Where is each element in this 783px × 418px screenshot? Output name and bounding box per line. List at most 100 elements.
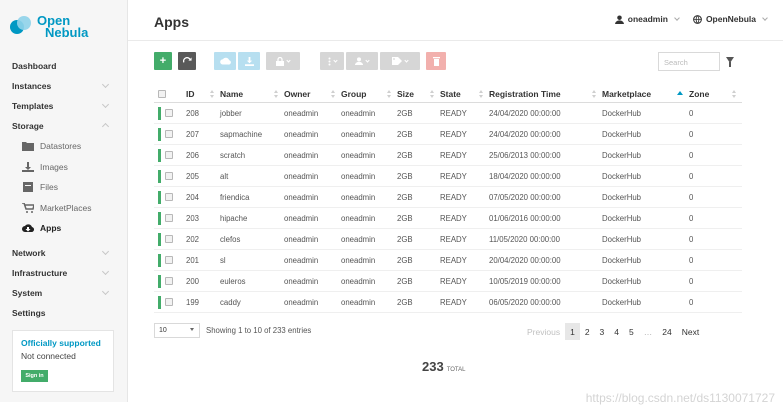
delete-button[interactable] [426, 52, 446, 70]
column-header-name[interactable]: Name [220, 86, 284, 102]
sidebar-item-network[interactable]: Network [0, 243, 128, 263]
column-header-group[interactable]: Group [341, 86, 397, 102]
ready-status-indicator [158, 190, 161, 204]
sidebar-item-storage[interactable]: Storage [0, 116, 128, 136]
cell-zone: 0 [689, 108, 694, 118]
cell-state: READY [440, 213, 467, 223]
user-menu[interactable]: oneadmin [614, 14, 680, 24]
cell-size: 2GB [397, 129, 413, 139]
column-header-state[interactable]: State [440, 86, 489, 102]
sort-icon [430, 90, 434, 99]
column-header-size[interactable]: Size [397, 86, 440, 102]
row-checkbox[interactable] [165, 109, 173, 117]
pagination-page-5[interactable]: 5 [624, 327, 639, 337]
row-checkbox[interactable] [165, 151, 173, 159]
cell-id: 204 [186, 192, 200, 202]
column-header-registration-time[interactable]: Registration Time [489, 86, 602, 102]
row-checkbox[interactable] [165, 214, 173, 222]
sidebar-item-files[interactable]: Files [0, 177, 128, 198]
row-checkbox[interactable] [165, 235, 173, 243]
create-button[interactable]: + [154, 52, 172, 70]
sidebar-item-marketplaces[interactable]: MarketPlaces [0, 198, 128, 219]
cell-id: 200 [186, 276, 200, 286]
labels-menu-button[interactable] [380, 52, 420, 70]
search-input[interactable]: Search [658, 52, 720, 71]
cell-size: 2GB [397, 108, 413, 118]
table-row[interactable]: 201 sl oneadmin oneadmin 2GB READY 20/04/2020 … [154, 250, 742, 271]
watermark: https://blog.csdn.net/ds1130071727 [585, 391, 775, 405]
cell-group: oneadmin [341, 150, 376, 160]
table-row[interactable]: 207 sapmachine oneadmin oneadmin 2GB READY 24/… [154, 124, 742, 145]
download-button[interactable] [238, 52, 260, 70]
chevron-down-icon [101, 287, 110, 295]
ready-status-indicator [158, 253, 161, 267]
cell-state: READY [440, 171, 467, 181]
table-row[interactable]: 204 friendica oneadmin oneadmin 2GB READY 07/0… [154, 187, 742, 208]
pagination-page-3[interactable]: 3 [595, 327, 610, 337]
cell-state: READY [440, 192, 467, 202]
table-row[interactable]: 206 scratch oneadmin oneadmin 2GB READY 25/06/… [154, 145, 742, 166]
table-header: ID Name Owner Group Size State Registrat… [154, 86, 742, 103]
refresh-button[interactable] [178, 52, 196, 70]
column-header-zone[interactable]: Zone [689, 86, 742, 102]
sidebar-item-datastores[interactable]: Datastores [0, 136, 128, 157]
sidebar-item-system[interactable]: System [0, 283, 128, 303]
cell-id: 208 [186, 108, 200, 118]
table-row[interactable]: 203 hipache oneadmin oneadmin 2GB READY 01/06/… [154, 208, 742, 229]
ownership-menu-button[interactable] [346, 52, 378, 70]
pagination-page-last[interactable]: 24 [657, 327, 676, 337]
sidebar-item-instances[interactable]: Instances [0, 76, 128, 96]
sidebar-item-dashboard[interactable]: Dashboard [0, 56, 128, 76]
table-row[interactable]: 200 euleros oneadmin oneadmin 2GB READY 10/05/… [154, 271, 742, 292]
ellipsis-vertical-icon [328, 57, 330, 65]
sidebar-item-templates[interactable]: Templates [0, 96, 128, 116]
zone-menu[interactable]: OpenNebula [693, 14, 768, 24]
select-all-checkbox[interactable] [158, 90, 166, 98]
column-header-marketplace[interactable]: Marketplace [602, 86, 689, 102]
export-to-cloud-button[interactable] [214, 52, 236, 70]
pagination-page-4[interactable]: 4 [609, 327, 624, 337]
pagination-page-2[interactable]: 2 [580, 327, 595, 337]
ready-status-indicator [158, 232, 161, 246]
filter-icon[interactable] [726, 57, 734, 67]
column-header-id[interactable]: ID [186, 86, 220, 102]
table-row[interactable]: 208 jobber oneadmin oneadmin 2GB READY 24/04/2… [154, 103, 742, 124]
row-checkbox[interactable] [165, 298, 173, 306]
download-icon [244, 56, 254, 66]
cell-marketplace: DockerHub [602, 171, 641, 181]
pagination-next[interactable]: Next [677, 327, 704, 337]
sidebar-item-images[interactable]: Images [0, 157, 128, 178]
cell-registration-time: 20/04/2020 00:00:00 [489, 255, 561, 265]
sidebar-item-infrastructure[interactable]: Infrastructure [0, 263, 128, 283]
opennebula-logo[interactable]: Open Nebula [10, 10, 110, 44]
table-row[interactable]: 199 caddy oneadmin oneadmin 2GB READY 06/05/20… [154, 292, 742, 313]
row-checkbox[interactable] [165, 277, 173, 285]
row-checkbox[interactable] [165, 256, 173, 264]
cell-name: hipache [220, 213, 248, 223]
column-header-owner[interactable]: Owner [284, 86, 341, 102]
row-checkbox[interactable] [165, 130, 173, 138]
showing-entries-text: Showing 1 to 10 of 233 entries [206, 326, 312, 335]
cell-group: oneadmin [341, 171, 376, 181]
lock-menu-button[interactable] [266, 52, 300, 70]
sign-in-button[interactable]: Sign in [21, 370, 48, 382]
page-length-select[interactable]: 10 [154, 323, 200, 338]
pagination-page-1[interactable]: 1 [565, 323, 580, 340]
actions-menu-button[interactable] [320, 52, 344, 70]
caret-down-icon [332, 57, 338, 63]
pagination-previous[interactable]: Previous [522, 327, 565, 337]
row-checkbox[interactable] [165, 193, 173, 201]
row-checkbox[interactable] [165, 172, 173, 180]
chevron-down-icon [101, 80, 110, 89]
sort-ascending-icon [677, 91, 683, 95]
cell-size: 2GB [397, 192, 413, 202]
plus-icon: + [159, 55, 167, 67]
table-row[interactable]: 205 alt oneadmin oneadmin 2GB READY 18/04/2020… [154, 166, 742, 187]
sidebar-item-settings[interactable]: Settings [0, 303, 128, 323]
cell-marketplace: DockerHub [602, 276, 641, 286]
cell-group: oneadmin [341, 297, 376, 307]
table-row[interactable]: 202 clefos oneadmin oneadmin 2GB READY 11/05/2… [154, 229, 742, 250]
sidebar-item-apps[interactable]: Apps [0, 218, 128, 239]
cell-group: oneadmin [341, 213, 376, 223]
cell-owner: oneadmin [284, 192, 319, 202]
